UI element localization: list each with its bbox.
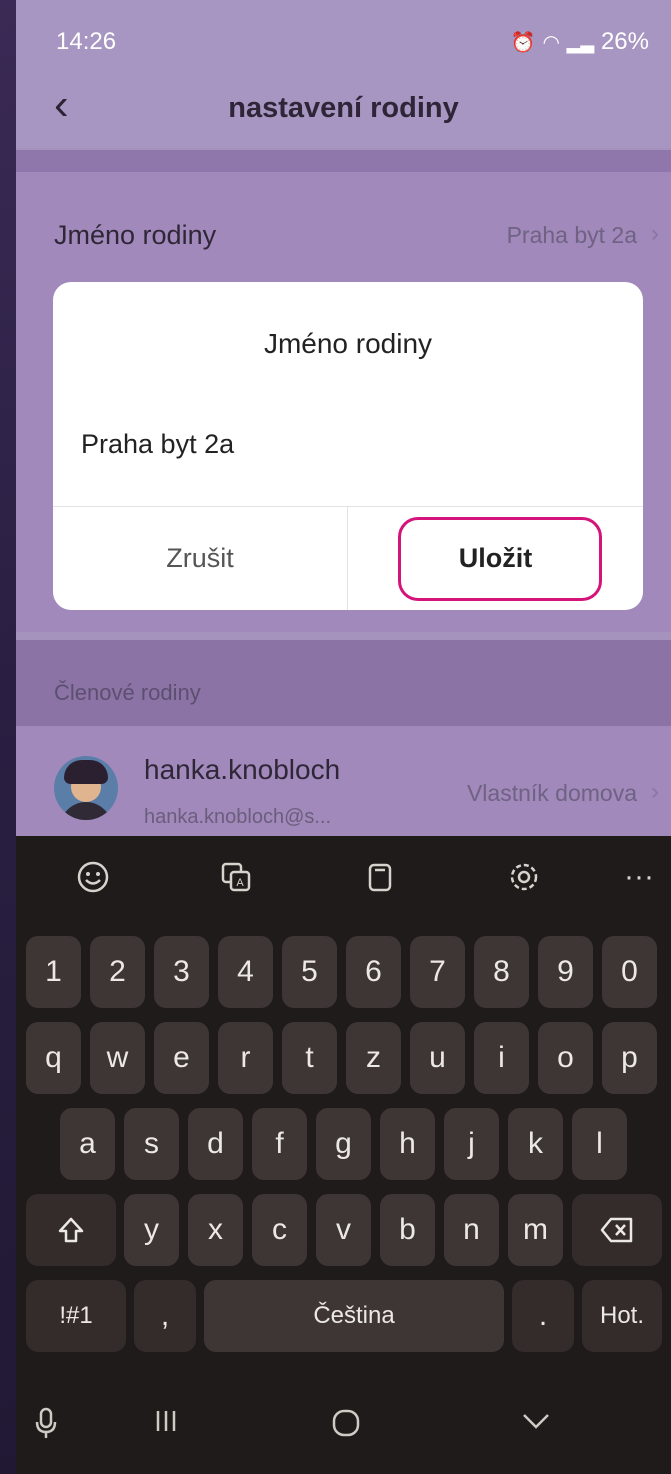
comma-key[interactable]: ,: [134, 1280, 196, 1352]
key-j[interactable]: j: [444, 1108, 499, 1180]
divider-strip: [16, 150, 671, 172]
chevron-right-icon: ›: [651, 220, 659, 247]
key-a[interactable]: a: [60, 1108, 115, 1180]
onscreen-keyboard: A ··· 1 2 3 4 5 6 7 8 9 0 q w e r t z u …: [16, 836, 671, 1474]
chevron-right-icon: ›: [651, 778, 659, 805]
key-n[interactable]: n: [444, 1194, 499, 1266]
avatar: [54, 756, 118, 820]
space-key[interactable]: Čeština: [204, 1280, 504, 1352]
member-row[interactable]: hanka.knobloch hanka.knobloch@s... Vlast…: [16, 726, 671, 836]
wifi-icon: ◠: [542, 32, 560, 54]
key-m[interactable]: m: [508, 1194, 563, 1266]
battery-level: ⏰ ◠ ▂▃ 26%: [511, 28, 649, 56]
home-icon[interactable]: [316, 1406, 376, 1449]
key-g[interactable]: g: [316, 1108, 371, 1180]
key-z[interactable]: z: [346, 1022, 401, 1094]
key-v[interactable]: v: [316, 1194, 371, 1266]
dialog-title: Jméno rodiny: [263, 328, 433, 359]
key-2[interactable]: 2: [90, 936, 145, 1008]
member-name: hanka.knobloch: [144, 754, 341, 785]
battery-text: 26%: [600, 28, 649, 55]
backspace-key[interactable]: [572, 1194, 662, 1266]
key-0[interactable]: 0: [602, 936, 657, 1008]
family-name-value: Praha byt 2a: [506, 222, 637, 248]
signal-icon: ▂▃: [566, 33, 595, 53]
key-x[interactable]: x: [188, 1194, 243, 1266]
key-d[interactable]: d: [188, 1108, 243, 1180]
key-q[interactable]: q: [26, 1022, 81, 1094]
key-f[interactable]: f: [252, 1108, 307, 1180]
key-6[interactable]: 6: [346, 936, 401, 1008]
key-y[interactable]: y: [124, 1194, 179, 1266]
key-o[interactable]: o: [538, 1022, 593, 1094]
alarm-icon: ⏰: [510, 32, 536, 54]
key-9[interactable]: 9: [538, 936, 593, 1008]
member-role: Vlastník domova: [466, 780, 637, 806]
key-5[interactable]: 5: [282, 936, 337, 1008]
family-name-label: Jméno rodiny: [54, 220, 217, 250]
more-icon[interactable]: ···: [616, 854, 662, 900]
clipboard-icon[interactable]: [357, 854, 403, 900]
key-b[interactable]: b: [380, 1194, 435, 1266]
members-section-label: Členové rodiny: [54, 680, 201, 705]
settings-icon[interactable]: [501, 854, 547, 900]
key-k[interactable]: k: [508, 1108, 563, 1180]
microphone-icon[interactable]: [16, 1406, 76, 1449]
member-email: hanka.knobloch@s...: [144, 806, 332, 828]
key-s[interactable]: s: [124, 1108, 179, 1180]
members-section-header: Členové rodiny: [16, 640, 671, 726]
cancel-button[interactable]: Zrušit: [53, 507, 347, 610]
key-p[interactable]: p: [602, 1022, 657, 1094]
key-u[interactable]: u: [410, 1022, 465, 1094]
key-3[interactable]: 3: [154, 936, 209, 1008]
page-title: nastavení rodiny: [228, 92, 459, 124]
key-r[interactable]: r: [218, 1022, 273, 1094]
key-h[interactable]: h: [380, 1108, 435, 1180]
shift-icon: [58, 1217, 84, 1243]
key-1[interactable]: 1: [26, 936, 81, 1008]
hide-keyboard-icon[interactable]: [506, 1406, 566, 1445]
phone-screen: 14:26 ⏰ ◠ ▂▃ 26% ‹ nastavení rodiny Jmén…: [16, 0, 671, 1474]
key-e[interactable]: e: [154, 1022, 209, 1094]
symbols-key[interactable]: !#1: [26, 1280, 126, 1352]
key-w[interactable]: w: [90, 1022, 145, 1094]
period-key[interactable]: .: [512, 1280, 574, 1352]
key-l[interactable]: l: [572, 1108, 627, 1180]
status-time: 14:26: [56, 28, 117, 55]
system-nav-bar: [16, 1394, 671, 1474]
key-7[interactable]: 7: [410, 936, 465, 1008]
family-name-input[interactable]: [81, 422, 615, 466]
app-header: ‹ nastavení rodiny: [16, 68, 671, 148]
save-button-highlight: [398, 517, 602, 601]
backspace-icon: [600, 1217, 633, 1243]
svg-text:A: A: [236, 877, 244, 889]
emoji-icon[interactable]: [70, 854, 116, 900]
shift-key[interactable]: [26, 1194, 116, 1266]
done-key[interactable]: Hot.: [582, 1280, 662, 1352]
key-c[interactable]: c: [252, 1194, 307, 1266]
recent-apps-icon[interactable]: [136, 1406, 196, 1445]
key-4[interactable]: 4: [218, 936, 273, 1008]
key-8[interactable]: 8: [474, 936, 529, 1008]
key-t[interactable]: t: [282, 1022, 337, 1094]
key-i[interactable]: i: [474, 1022, 529, 1094]
translate-icon[interactable]: A: [213, 854, 259, 900]
